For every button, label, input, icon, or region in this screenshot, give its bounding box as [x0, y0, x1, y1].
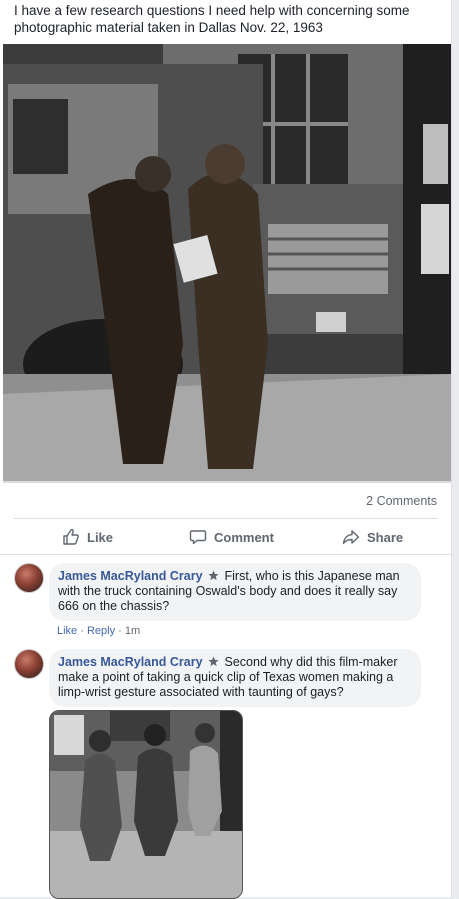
comment-author[interactable]: James MacRyland Crary — [58, 655, 203, 669]
share-label: Share — [367, 529, 404, 545]
comment-attached-photo[interactable] — [49, 710, 243, 899]
star-badge-icon — [208, 656, 219, 667]
post-card: I have a few research questions I need h… — [0, 0, 452, 899]
like-button[interactable]: Like — [62, 526, 113, 548]
comment-icon — [189, 530, 207, 545]
avatar[interactable] — [14, 649, 44, 679]
comment-button[interactable]: Comment — [189, 526, 274, 548]
comment-author[interactable]: James MacRyland Crary — [58, 569, 203, 583]
comment-count[interactable]: 2 Comments — [366, 494, 437, 508]
comment-reply-link[interactable]: Reply — [87, 625, 115, 637]
attached-photo-illustration — [50, 711, 242, 898]
share-icon — [342, 530, 360, 545]
thumbs-up-icon — [63, 528, 79, 545]
comment-bubble: James MacRyland Crary Second why did thi… — [49, 649, 421, 707]
comment-bubble: James MacRyland Crary First, who is this… — [49, 563, 421, 621]
comment-like-link[interactable]: Like — [57, 625, 77, 637]
comment-timestamp[interactable]: 1m — [125, 625, 140, 637]
star-badge-icon — [208, 570, 219, 581]
comment-meta: Like · Reply · 1m — [57, 625, 141, 637]
avatar[interactable] — [14, 563, 44, 593]
comments-section: James MacRyland Crary First, who is this… — [0, 555, 451, 899]
comment-label: Comment — [214, 529, 274, 545]
post-text: I have a few research questions I need h… — [14, 3, 410, 35]
photo-illustration — [3, 44, 451, 481]
like-label: Like — [87, 529, 114, 545]
post-photo[interactable] — [3, 44, 451, 483]
divider — [14, 518, 438, 519]
share-button[interactable]: Share — [342, 526, 403, 548]
